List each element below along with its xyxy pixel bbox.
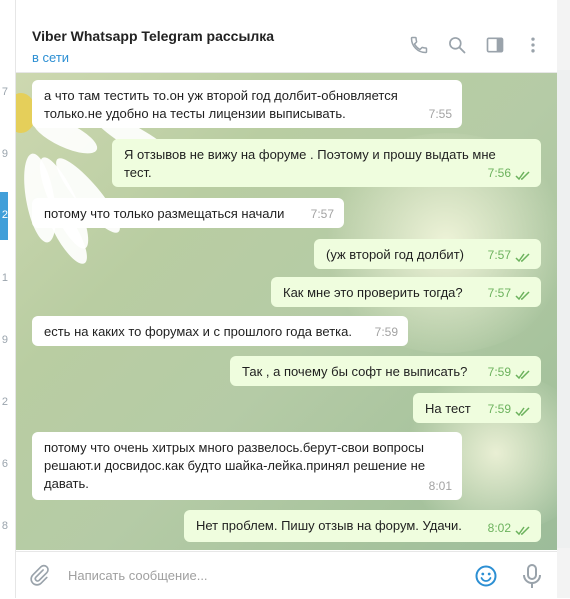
double-check-icon <box>515 168 531 181</box>
chat-header: Viber Whatsapp Telegram рассылка в сети <box>16 18 557 73</box>
microphone-icon[interactable] <box>521 563 543 589</box>
double-check-icon <box>515 367 531 380</box>
message-time: 8:01 <box>428 479 452 493</box>
chat-list-counter[interactable]: 9 <box>0 148 8 160</box>
chat-title[interactable]: Viber Whatsapp Telegram рассылка <box>32 28 274 44</box>
message-outgoing[interactable]: Как мне это проверить тогда? 7:57 <box>271 277 541 307</box>
chat-list-edge: 7 9 2 1 9 2 6 8 <box>0 0 16 598</box>
message-outgoing[interactable]: Я отзывов не вижу на форуме . Поэтому и … <box>112 139 541 187</box>
double-check-icon <box>515 404 531 417</box>
message-text: Я отзывов не вижу на форуме . Поэтому и … <box>124 147 496 180</box>
message-input[interactable]: Написать сообщение... <box>68 568 208 583</box>
message-outgoing[interactable]: Так , а почему бы софт не выписать? 7:59 <box>230 356 541 386</box>
chat-list-counter[interactable]: 1 <box>0 272 8 284</box>
message-time: 7:56 <box>487 166 511 180</box>
message-time: 7:57 <box>487 286 511 300</box>
message-incoming[interactable]: потому что очень хитрых много развелось.… <box>32 432 462 500</box>
message-outgoing[interactable]: На тест 7:59 <box>413 393 541 423</box>
message-composer: Написать сообщение... <box>16 551 557 599</box>
message-outgoing[interactable]: Нет проблем. Пишу отзыв на форум. Удачи.… <box>184 510 541 542</box>
message-time: 7:59 <box>487 402 511 416</box>
message-text: потому что очень хитрых много развелось.… <box>44 440 426 491</box>
message-time: 7:57 <box>310 207 334 221</box>
double-check-icon <box>515 288 531 301</box>
message-incoming[interactable]: а что там тестить то.он уж второй год до… <box>32 80 462 128</box>
emoji-icon[interactable] <box>474 564 498 588</box>
message-time: 7:57 <box>487 248 511 262</box>
message-time: 8:02 <box>487 521 511 535</box>
message-time: 7:59 <box>374 325 398 339</box>
message-incoming[interactable]: есть на каких то форумах и с прошлого го… <box>32 316 408 346</box>
message-text: а что там тестить то.он уж второй год до… <box>44 88 398 121</box>
search-icon[interactable] <box>447 35 467 55</box>
double-check-icon <box>515 523 531 536</box>
chat-list-counter[interactable]: 6 <box>0 458 8 470</box>
message-text: есть на каких то форумах и с прошлого го… <box>44 324 352 339</box>
double-check-icon <box>515 250 531 263</box>
chat-list-counter[interactable]: 9 <box>0 334 8 346</box>
sidebar-toggle-icon[interactable] <box>485 35 505 55</box>
chat-list-counter[interactable]: 2 <box>0 396 8 408</box>
chat-list-counter: 2 <box>1 209 8 221</box>
chat-messages-area[interactable]: а что там тестить то.он уж второй год до… <box>16 73 557 550</box>
chat-list-counter[interactable]: 7 <box>0 86 8 98</box>
message-text: потому что только размещаться начали <box>44 206 285 221</box>
chat-list-active-item[interactable]: 2 <box>0 192 8 240</box>
message-time: 7:55 <box>428 107 452 121</box>
message-outgoing[interactable]: (уж второй год долбит) 7:57 <box>314 239 541 269</box>
message-text: Нет проблем. Пишу отзыв на форум. Удачи. <box>196 518 462 533</box>
more-vertical-icon[interactable] <box>523 35 543 55</box>
message-time: 7:59 <box>487 365 511 379</box>
chat-list-counter[interactable]: 8 <box>0 520 8 532</box>
attach-icon[interactable] <box>28 564 50 586</box>
right-panel-edge <box>557 0 570 598</box>
message-incoming[interactable]: потому что только размещаться начали 7:5… <box>32 198 344 228</box>
message-text: Так , а почему бы софт не выписать? <box>242 364 468 379</box>
phone-icon[interactable] <box>409 35 429 55</box>
chat-status: в сети <box>32 50 70 65</box>
